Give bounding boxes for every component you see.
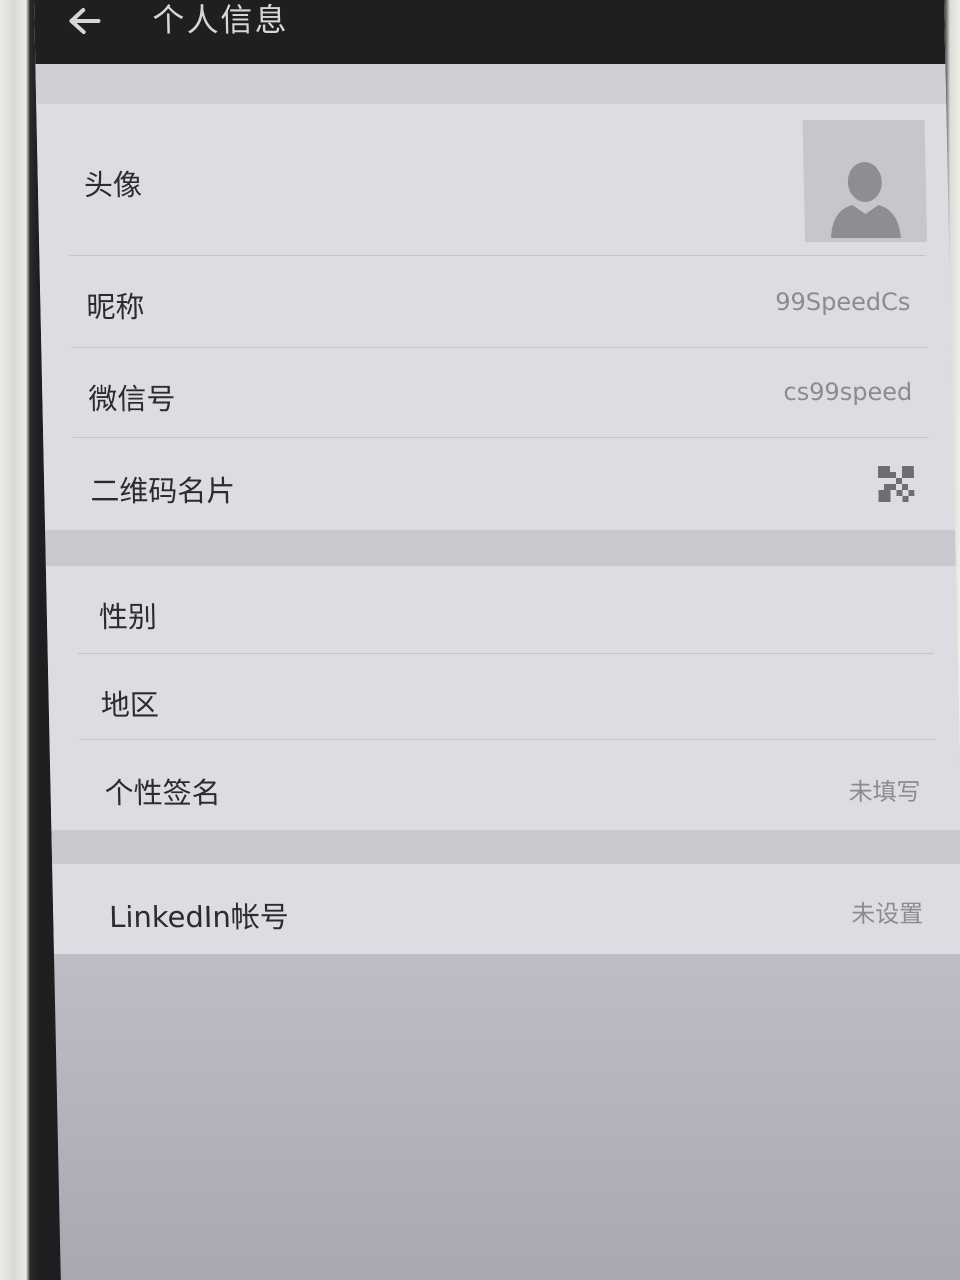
linkedin-row[interactable]: LinkedIn帐号 未设置: [52, 864, 960, 954]
linkedin-label: LinkedIn帐号: [108, 900, 290, 934]
user-silhouette-icon: [825, 158, 905, 242]
title-bar: 个人信息: [34, 0, 946, 64]
avatar-row[interactable]: 头像: [36, 104, 950, 256]
signature-label: 个性签名: [104, 776, 221, 810]
arrow-left-icon: [67, 7, 102, 39]
nickname-label: 昵称: [86, 290, 145, 324]
avatar-label: 头像: [83, 168, 143, 202]
region-row[interactable]: 地区: [47, 654, 960, 740]
wechat-id-row[interactable]: 微信号 cs99speed: [41, 348, 954, 438]
gender-row[interactable]: 性别: [45, 566, 958, 654]
qr-card-label: 二维码名片: [89, 474, 236, 508]
signature-row[interactable]: 个性签名 未填写: [49, 740, 960, 830]
qr-card-row[interactable]: 二维码名片: [43, 438, 956, 530]
signature-value: 未填写: [848, 778, 921, 806]
section-separator: [45, 530, 956, 566]
wechat-id-value: cs99speed: [783, 378, 913, 406]
nickname-value: 99SpeedCs: [774, 288, 911, 316]
section-separator: [51, 830, 960, 864]
avatar[interactable]: [802, 120, 928, 242]
gender-label: 性别: [98, 600, 158, 634]
wechat-id-label: 微信号: [88, 382, 176, 416]
qr-code-icon: [877, 466, 915, 502]
screen: 个人信息 头像 昵称 99SpeedCs 微信号 cs99speed 二维码名片: [34, 0, 960, 1280]
section-gap-top: [35, 64, 947, 104]
nickname-row[interactable]: 昵称 99SpeedCs: [39, 256, 952, 348]
linkedin-value: 未设置: [850, 900, 924, 928]
region-label: 地区: [100, 688, 160, 722]
back-button[interactable]: [56, 0, 113, 46]
page-title: 个人信息: [152, 1, 289, 39]
